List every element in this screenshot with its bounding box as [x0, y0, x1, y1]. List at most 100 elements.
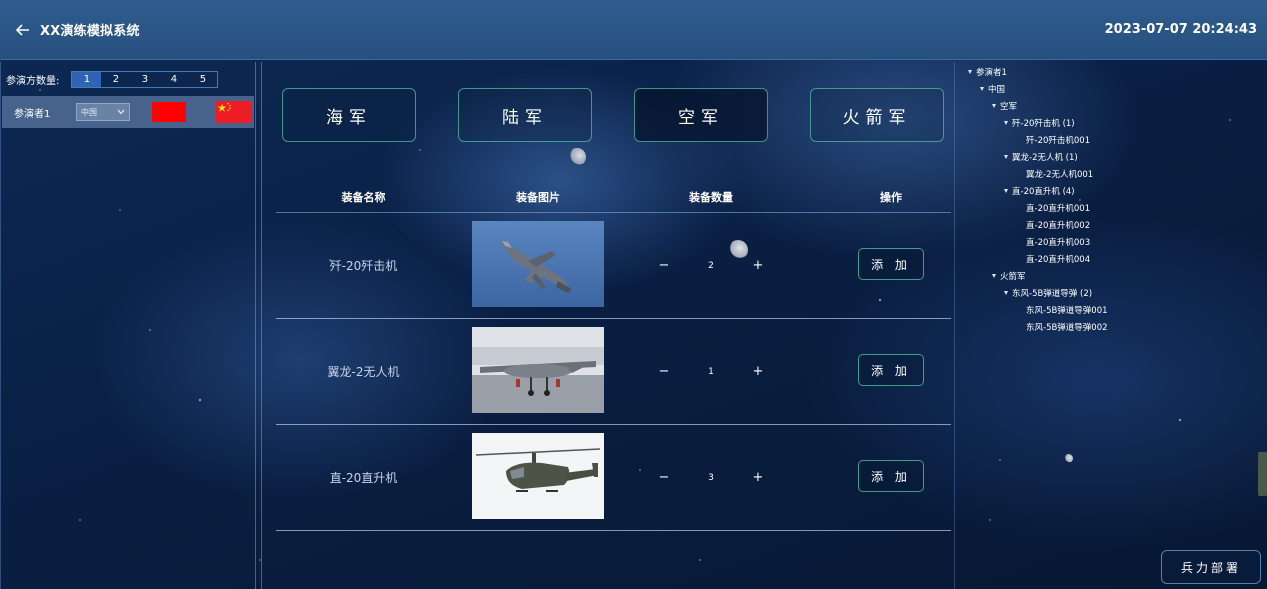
quantity-value: 2 — [708, 260, 714, 271]
participants-panel: 参演方数量: 1 2 3 4 5 参演者1 中国 — [0, 62, 256, 589]
count-option-1[interactable]: 1 — [72, 71, 102, 87]
equipment-name: 直-20直升机 — [329, 471, 398, 485]
tab-air-force[interactable]: 空军 — [634, 88, 768, 142]
tree-node-label: 直-20直升机002 — [1026, 221, 1091, 231]
equipment-panel: 海军 陆军 空军 火箭军 装备名称 装备图片 装备数量 操作 歼-20歼击机 −… — [261, 62, 955, 589]
quantity-stepper: − 3 + — [656, 425, 766, 530]
tree-node[interactable]: 火箭军 — [992, 270, 1026, 282]
tree-node[interactable]: 直-20直升机001 — [1026, 202, 1090, 214]
increment-button[interactable]: + — [750, 364, 766, 379]
caret-down-icon[interactable] — [992, 104, 996, 108]
tree-node-label: 直-20直升机 (4) — [1012, 187, 1075, 197]
tree-node-label: 空军 — [1000, 102, 1018, 112]
tree-node-label: 歼-20歼击机001 — [1026, 136, 1091, 146]
quantity-stepper: − 1 + — [656, 319, 766, 424]
increment-button[interactable]: + — [750, 258, 766, 273]
tree-node[interactable]: 中国 — [980, 83, 1005, 95]
wing-loong-2-drone-image — [472, 327, 604, 413]
tree-node-label: 东风-5B弹道导弹001 — [1026, 306, 1108, 316]
tree-node-label: 翼龙-2无人机001 — [1026, 170, 1094, 180]
tab-rocket-force[interactable]: 火箭军 — [810, 88, 944, 142]
header-action: 操作 — [880, 191, 902, 204]
tree-node[interactable]: 参演者1 — [968, 66, 1007, 78]
quantity-stepper: − 2 + — [656, 213, 766, 318]
caret-down-icon[interactable] — [1004, 121, 1008, 125]
tree-node[interactable]: 歼-20歼击机 (1) — [1004, 117, 1075, 129]
tree-node[interactable]: 直-20直升机004 — [1026, 253, 1090, 265]
table-row: 直-20直升机 − 3 + 添 加 — [276, 425, 951, 531]
page-title: XX演练模拟系统 — [40, 24, 140, 39]
tree-node[interactable]: 直-20直升机 (4) — [1004, 185, 1075, 197]
tree-node[interactable]: 东风-5B弹道导弹001 — [1026, 304, 1108, 316]
tree-node-label: 歼-20歼击机 (1) — [1012, 119, 1075, 129]
country-select[interactable]: 中国 — [76, 103, 130, 121]
tree-node-label: 参演者1 — [976, 68, 1007, 78]
participant-row: 参演者1 中国 — [2, 96, 254, 128]
tree-node[interactable]: 东风-5B弹道导弹 (2) — [1004, 287, 1092, 299]
header-equipment-quantity: 装备数量 — [689, 191, 733, 204]
tree-node-label: 中国 — [988, 85, 1006, 95]
header-equipment-image: 装备图片 — [516, 191, 560, 204]
scrollbar-handle[interactable] — [1258, 452, 1267, 496]
tree-node[interactable]: 歼-20歼击机001 — [1026, 134, 1090, 146]
participant-count-selector: 1 2 3 4 5 — [71, 70, 219, 88]
chevron-down-icon — [117, 109, 125, 115]
tree-node[interactable]: 直-20直升机003 — [1026, 236, 1090, 248]
deployment-tree: 参演者1 中国空军歼-20歼击机 (1) 歼-20歼击机001 翼龙-2无人机 (1)… — [960, 62, 1260, 362]
equipment-name: 翼龙-2无人机 — [327, 365, 400, 379]
tree-node-label: 火箭军 — [1000, 272, 1026, 282]
datetime-display: 2023-07-07 20:24:43 — [1104, 22, 1257, 37]
add-button[interactable]: 添 加 — [858, 460, 924, 492]
deploy-forces-button[interactable]: 兵力部署 — [1161, 550, 1261, 584]
table-row: 翼龙-2无人机 − 1 + 添 加 — [276, 319, 951, 425]
j20-fighter-image — [472, 221, 604, 307]
increment-button[interactable]: + — [750, 470, 766, 485]
count-option-5[interactable]: 5 — [188, 72, 217, 87]
count-option-2[interactable]: 2 — [101, 72, 130, 87]
header-equipment-name: 装备名称 — [341, 191, 386, 204]
tree-node[interactable]: 翼龙-2无人机 (1) — [1004, 151, 1078, 163]
tree-node-label: 直-20直升机001 — [1026, 204, 1091, 214]
branch-tabs: 海军 陆军 空军 火箭军 — [282, 88, 944, 142]
participant-color-swatch[interactable] — [152, 102, 186, 122]
caret-down-icon[interactable] — [980, 87, 984, 91]
tree-node-label: 东风-5B弹道导弹002 — [1026, 323, 1108, 333]
tab-army[interactable]: 陆军 — [458, 88, 592, 142]
top-bar: XX演练模拟系统 2023-07-07 20:24:43 — [0, 0, 1267, 60]
tree-node-label: 翼龙-2无人机 (1) — [1012, 153, 1078, 163]
tree-node[interactable]: 东风-5B弹道导弹002 — [1026, 321, 1108, 333]
decrement-button[interactable]: − — [656, 258, 672, 273]
caret-down-icon[interactable] — [968, 70, 972, 74]
caret-down-icon[interactable] — [1004, 291, 1008, 295]
caret-down-icon[interactable] — [992, 274, 996, 278]
equipment-table-header: 装备名称 装备图片 装备数量 操作 — [276, 187, 951, 213]
decrement-button[interactable]: − — [656, 470, 672, 485]
tree-node[interactable]: 空军 — [992, 100, 1017, 112]
tree-node[interactable]: 翼龙-2无人机001 — [1026, 168, 1093, 180]
equipment-name: 歼-20歼击机 — [329, 259, 398, 273]
tree-node-label: 直-20直升机003 — [1026, 238, 1091, 248]
tree-node-label: 东风-5B弹道导弹 (2) — [1012, 289, 1093, 299]
moon-decoration — [568, 148, 586, 166]
decrement-button[interactable]: − — [656, 364, 672, 379]
caret-down-icon[interactable] — [1004, 189, 1008, 193]
table-row: 歼-20歼击机 − 2 + 添 加 — [276, 213, 951, 319]
tab-navy[interactable]: 海军 — [282, 88, 416, 142]
moon-decoration — [728, 240, 748, 260]
back-arrow-icon[interactable] — [14, 21, 32, 39]
add-button[interactable]: 添 加 — [858, 354, 924, 386]
add-button[interactable]: 添 加 — [858, 248, 924, 280]
china-flag-icon — [216, 101, 252, 123]
tree-node-label: 直-20直升机004 — [1026, 255, 1091, 265]
participant-count-label: 参演方数量: — [6, 75, 60, 87]
caret-down-icon[interactable] — [1004, 155, 1008, 159]
participant-name: 参演者1 — [14, 108, 51, 120]
count-option-3[interactable]: 3 — [130, 72, 159, 87]
moon-decoration — [1064, 454, 1073, 463]
quantity-value: 1 — [708, 366, 714, 377]
tree-node[interactable]: 直-20直升机002 — [1026, 219, 1090, 231]
count-option-4[interactable]: 4 — [159, 72, 188, 87]
participant-count-row: 参演方数量: 1 2 3 4 5 — [1, 62, 255, 96]
country-select-value: 中国 — [81, 107, 97, 117]
z20-helicopter-image — [472, 433, 604, 519]
